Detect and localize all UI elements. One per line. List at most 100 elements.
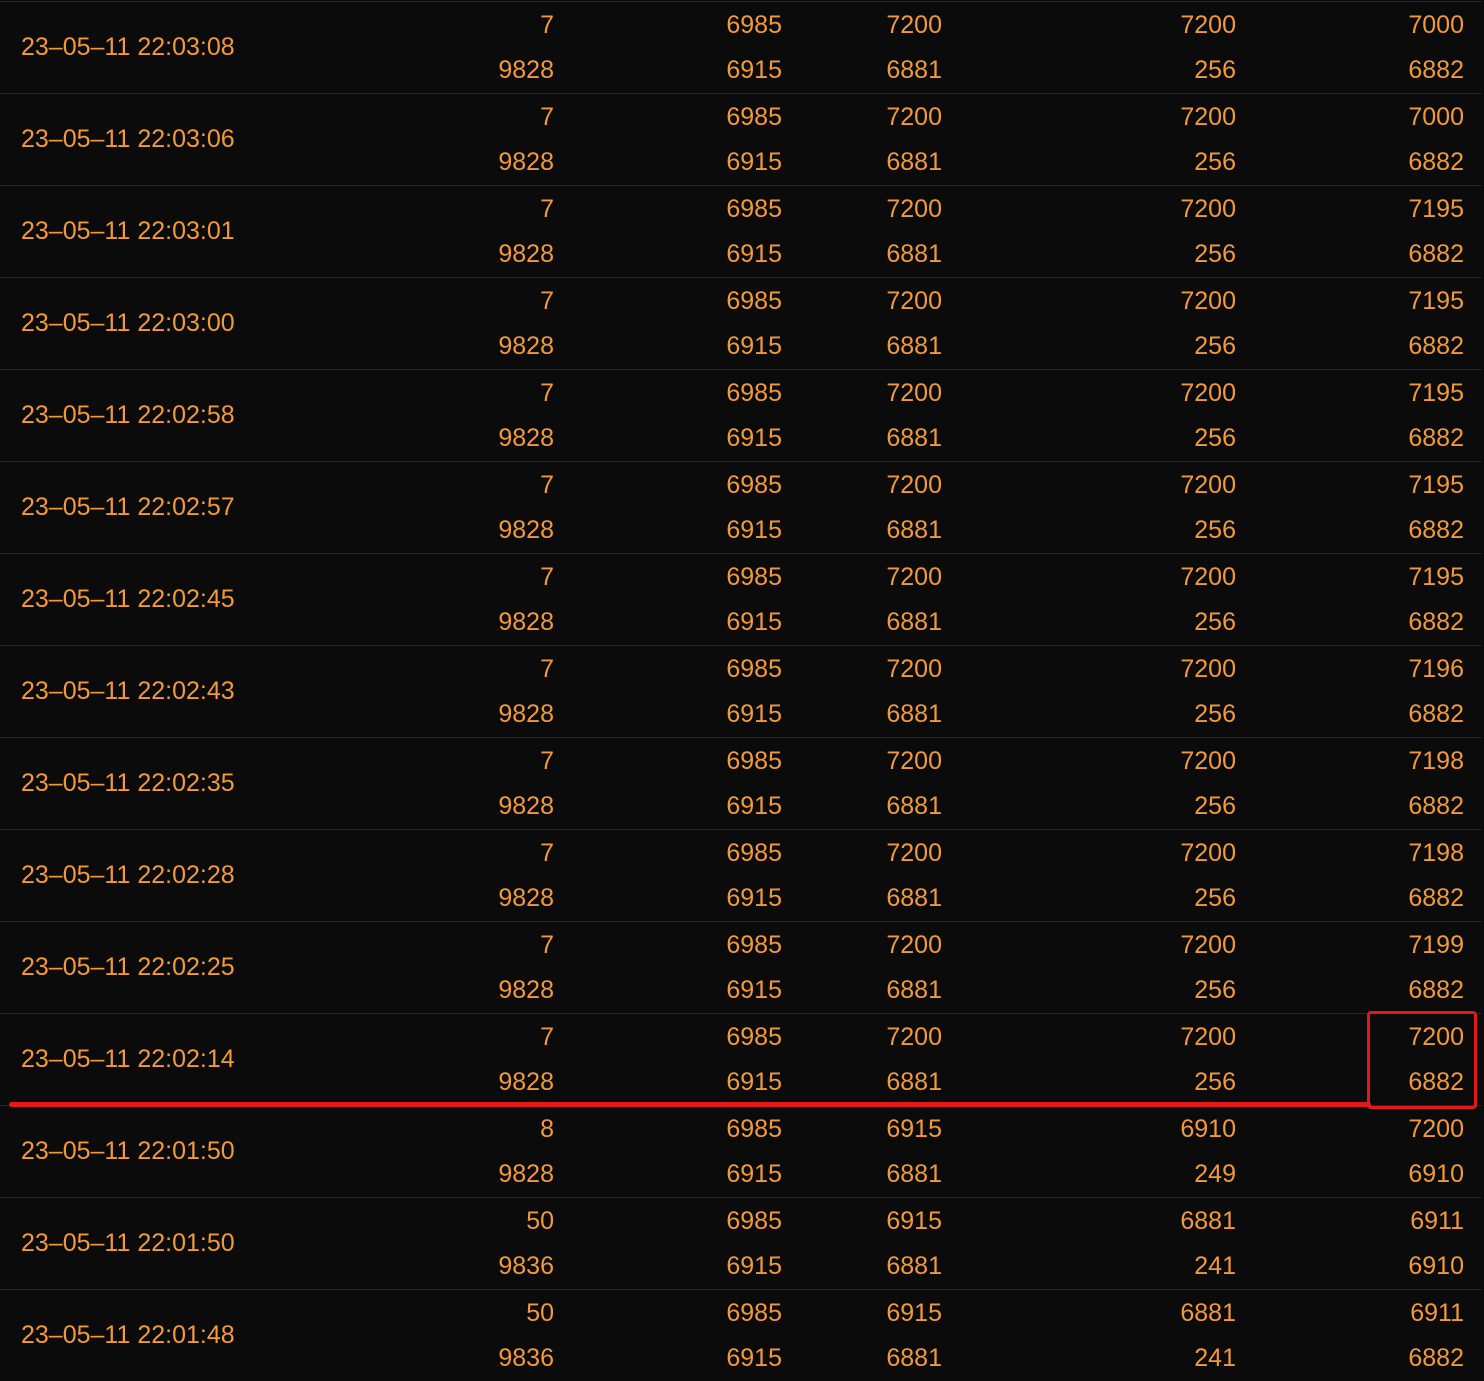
row-value-bottom-col3: 6881: [886, 332, 942, 360]
row-value-top-col2: 6985: [726, 1023, 782, 1051]
row-value-bottom-col5: 6882: [1408, 1344, 1464, 1372]
row-value-top-col1: 7: [540, 563, 554, 591]
row-value-bottom-col5: 6882: [1408, 516, 1464, 544]
row-value-top-col2: 6985: [726, 379, 782, 407]
row-value-top-col2: 6985: [726, 1115, 782, 1143]
row-value-bottom-col4: 256: [1194, 516, 1236, 544]
row-value-bottom-col1: 9836: [498, 1252, 554, 1280]
row-value-bottom-col2: 6915: [726, 792, 782, 820]
row-value-top-col1: 7: [540, 11, 554, 39]
row-value-bottom-col2: 6915: [726, 1160, 782, 1188]
row-value-top-col1: 7: [540, 1023, 554, 1051]
row-value-bottom-col4: 256: [1194, 792, 1236, 820]
row-value-top-col4: 7200: [1180, 655, 1236, 683]
row-timestamp: 23–05–11 22:02:43: [21, 677, 235, 705]
row-value-bottom-col5: 6882: [1408, 424, 1464, 452]
row-value-bottom-col1: 9828: [498, 884, 554, 912]
row-value-bottom-col1: 9828: [498, 240, 554, 268]
row-value-bottom-col3: 6881: [886, 976, 942, 1004]
row-value-top-col5: 7198: [1408, 839, 1464, 867]
row-value-top-col3: 7200: [886, 379, 942, 407]
table-row[interactable]: 23–05–11 22:02:28 7 9828 6985 6915 7200 6881 72…: [0, 829, 1481, 921]
row-value-bottom-col2: 6915: [726, 1252, 782, 1280]
row-value-bottom-col4: 256: [1194, 148, 1236, 176]
row-value-bottom-col5: 6882: [1408, 608, 1464, 636]
table-row[interactable]: 23–05–11 22:02:14 7 9828 6985 6915 7200 6881 72…: [0, 1013, 1481, 1105]
row-value-bottom-col5: 6882: [1408, 332, 1464, 360]
row-value-top-col3: 7200: [886, 471, 942, 499]
row-value-bottom-col4: 241: [1194, 1252, 1236, 1280]
row-value-top-col4: 7200: [1180, 563, 1236, 591]
row-value-top-col4: 7200: [1180, 11, 1236, 39]
table-row[interactable]: 23–05–11 22:02:35 7 9828 6985 6915 7200 6881 72…: [0, 737, 1481, 829]
row-value-top-col3: 7200: [886, 931, 942, 959]
row-value-bottom-col4: 256: [1194, 424, 1236, 452]
row-value-top-col3: 7200: [886, 655, 942, 683]
table-row[interactable]: 23–05–11 22:02:25 7 9828 6985 6915 7200 6881 72…: [0, 921, 1481, 1013]
row-value-bottom-col2: 6915: [726, 148, 782, 176]
row-value-top-col2: 6985: [726, 195, 782, 223]
row-value-bottom-col2: 6915: [726, 1068, 782, 1096]
row-value-top-col3: 7200: [886, 287, 942, 315]
row-value-bottom-col4: 256: [1194, 332, 1236, 360]
table-row[interactable]: 23–05–11 22:01:48 50 9836 6985 6915 6915 6881 6…: [0, 1289, 1481, 1381]
row-value-top-col2: 6985: [726, 103, 782, 131]
row-value-bottom-col1: 9828: [498, 424, 554, 452]
row-timestamp: 23–05–11 22:02:45: [21, 585, 235, 613]
table-row[interactable]: 23–05–11 22:01:50 8 9828 6985 6915 6915 6881 69…: [0, 1105, 1481, 1197]
row-value-top-col3: 6915: [886, 1115, 942, 1143]
table-row[interactable]: 23–05–11 22:03:06 7 9828 6985 6915 7200 6881 72…: [0, 93, 1481, 185]
row-value-top-col2: 6985: [726, 11, 782, 39]
row-value-top-col1: 7: [540, 195, 554, 223]
table-row[interactable]: 23–05–11 22:03:00 7 9828 6985 6915 7200 6881 72…: [0, 277, 1481, 369]
table-row[interactable]: 23–05–11 22:03:08 7 9828 6985 6915 7200 6881 72…: [0, 1, 1481, 93]
row-value-bottom-col2: 6915: [726, 976, 782, 1004]
table-row[interactable]: 23–05–11 22:01:50 50 9836 6985 6915 6915 6881 6…: [0, 1197, 1481, 1289]
row-value-top-col2: 6985: [726, 747, 782, 775]
row-value-bottom-col1: 9828: [498, 332, 554, 360]
row-value-top-col3: 7200: [886, 11, 942, 39]
row-value-bottom-col4: 241: [1194, 1344, 1236, 1372]
table-row[interactable]: 23–05–11 22:02:43 7 9828 6985 6915 7200 6881 72…: [0, 645, 1481, 737]
row-timestamp: 23–05–11 22:02:25: [21, 953, 235, 981]
row-value-top-col5: 7195: [1408, 471, 1464, 499]
row-value-bottom-col5: 6882: [1408, 792, 1464, 820]
row-value-top-col2: 6985: [726, 563, 782, 591]
row-value-bottom-col2: 6915: [726, 56, 782, 84]
row-value-top-col2: 6985: [726, 471, 782, 499]
row-value-top-col5: 7195: [1408, 379, 1464, 407]
row-value-bottom-col5: 6882: [1408, 976, 1464, 1004]
table-row[interactable]: 23–05–11 22:02:45 7 9828 6985 6915 7200 6881 72…: [0, 553, 1481, 645]
row-value-bottom-col4: 249: [1194, 1160, 1236, 1188]
row-value-top-col5: 7200: [1408, 1115, 1464, 1143]
row-timestamp: 23–05–11 22:03:00: [21, 309, 235, 337]
row-timestamp: 23–05–11 22:02:14: [21, 1045, 235, 1073]
row-value-top-col5: 6911: [1410, 1299, 1464, 1327]
row-timestamp: 23–05–11 22:01:50: [21, 1137, 235, 1165]
row-value-bottom-col4: 256: [1194, 884, 1236, 912]
row-value-top-col5: 7196: [1408, 655, 1464, 683]
row-value-bottom-col3: 6881: [886, 148, 942, 176]
row-timestamp: 23–05–11 22:02:35: [21, 769, 235, 797]
row-value-bottom-col3: 6881: [886, 792, 942, 820]
table-row[interactable]: 23–05–11 22:03:01 7 9828 6985 6915 7200 6881 72…: [0, 185, 1481, 277]
row-value-top-col2: 6985: [726, 931, 782, 959]
row-value-bottom-col1: 9828: [498, 608, 554, 636]
row-value-top-col5: 7000: [1408, 103, 1464, 131]
row-value-bottom-col4: 256: [1194, 700, 1236, 728]
row-value-top-col5: 7195: [1408, 563, 1464, 591]
row-value-bottom-col3: 6881: [886, 1344, 942, 1372]
row-value-top-col4: 7200: [1180, 839, 1236, 867]
annotation-underline: [9, 1102, 1371, 1107]
row-value-bottom-col1: 9828: [498, 1160, 554, 1188]
row-value-bottom-col2: 6915: [726, 700, 782, 728]
table-row[interactable]: 23–05–11 22:02:58 7 9828 6985 6915 7200 6881 72…: [0, 369, 1481, 461]
row-value-bottom-col2: 6915: [726, 332, 782, 360]
row-value-bottom-col1: 9828: [498, 976, 554, 1004]
row-value-top-col2: 6985: [726, 287, 782, 315]
row-timestamp: 23–05–11 22:03:08: [21, 33, 235, 61]
row-value-top-col4: 7200: [1180, 1023, 1236, 1051]
row-value-bottom-col1: 9828: [498, 1068, 554, 1096]
row-value-top-col3: 6915: [886, 1299, 942, 1327]
table-row[interactable]: 23–05–11 22:02:57 7 9828 6985 6915 7200 6881 72…: [0, 461, 1481, 553]
